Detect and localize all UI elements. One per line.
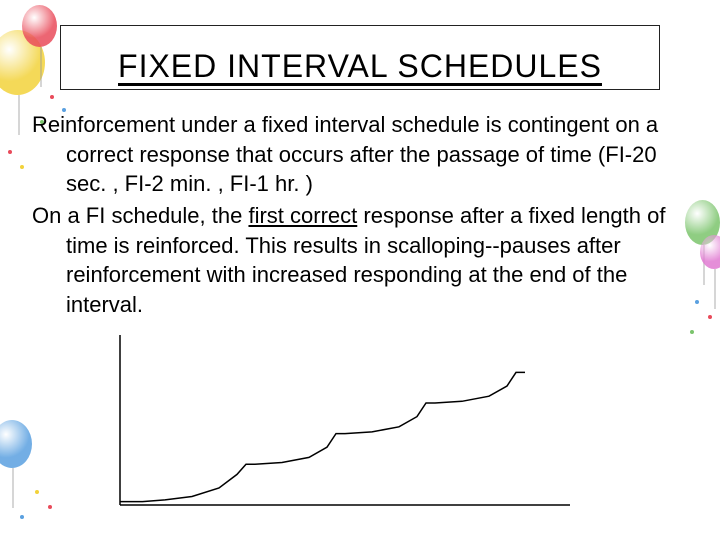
balloon-string xyxy=(18,95,20,135)
body-text: Reinforcement under a fixed interval sch… xyxy=(32,110,687,322)
balloon-icon xyxy=(22,5,57,47)
balloon-icon xyxy=(0,420,32,468)
confetti-dot xyxy=(50,95,54,99)
confetti-dot xyxy=(695,300,699,304)
balloon-string xyxy=(12,468,14,508)
paragraph-1: Reinforcement under a fixed interval sch… xyxy=(32,110,687,199)
confetti-dot xyxy=(48,505,52,509)
slide-title: FIXED INTERVAL SCHEDULES xyxy=(118,48,602,85)
para2-a: On a FI schedule, the xyxy=(32,203,248,228)
confetti-dot xyxy=(20,515,24,519)
confetti-dot xyxy=(35,490,39,494)
chart-svg xyxy=(110,330,580,515)
slide: FIXED INTERVAL SCHEDULES Reinforcement u… xyxy=(0,0,720,540)
scallop-line xyxy=(120,372,525,501)
balloon-string xyxy=(714,269,716,309)
para1-text: Reinforcement under a fixed interval sch… xyxy=(32,112,658,196)
confetti-dot xyxy=(20,165,24,169)
balloon-string xyxy=(40,47,42,87)
scallop-chart xyxy=(110,330,580,515)
confetti-dot xyxy=(8,150,12,154)
title-box: FIXED INTERVAL SCHEDULES xyxy=(60,25,660,90)
confetti-dot xyxy=(708,315,712,319)
para2-underlined: first correct xyxy=(248,203,357,228)
balloon-icon xyxy=(700,235,720,269)
paragraph-2: On a FI schedule, the first correct resp… xyxy=(32,201,687,320)
confetti-dot xyxy=(690,330,694,334)
